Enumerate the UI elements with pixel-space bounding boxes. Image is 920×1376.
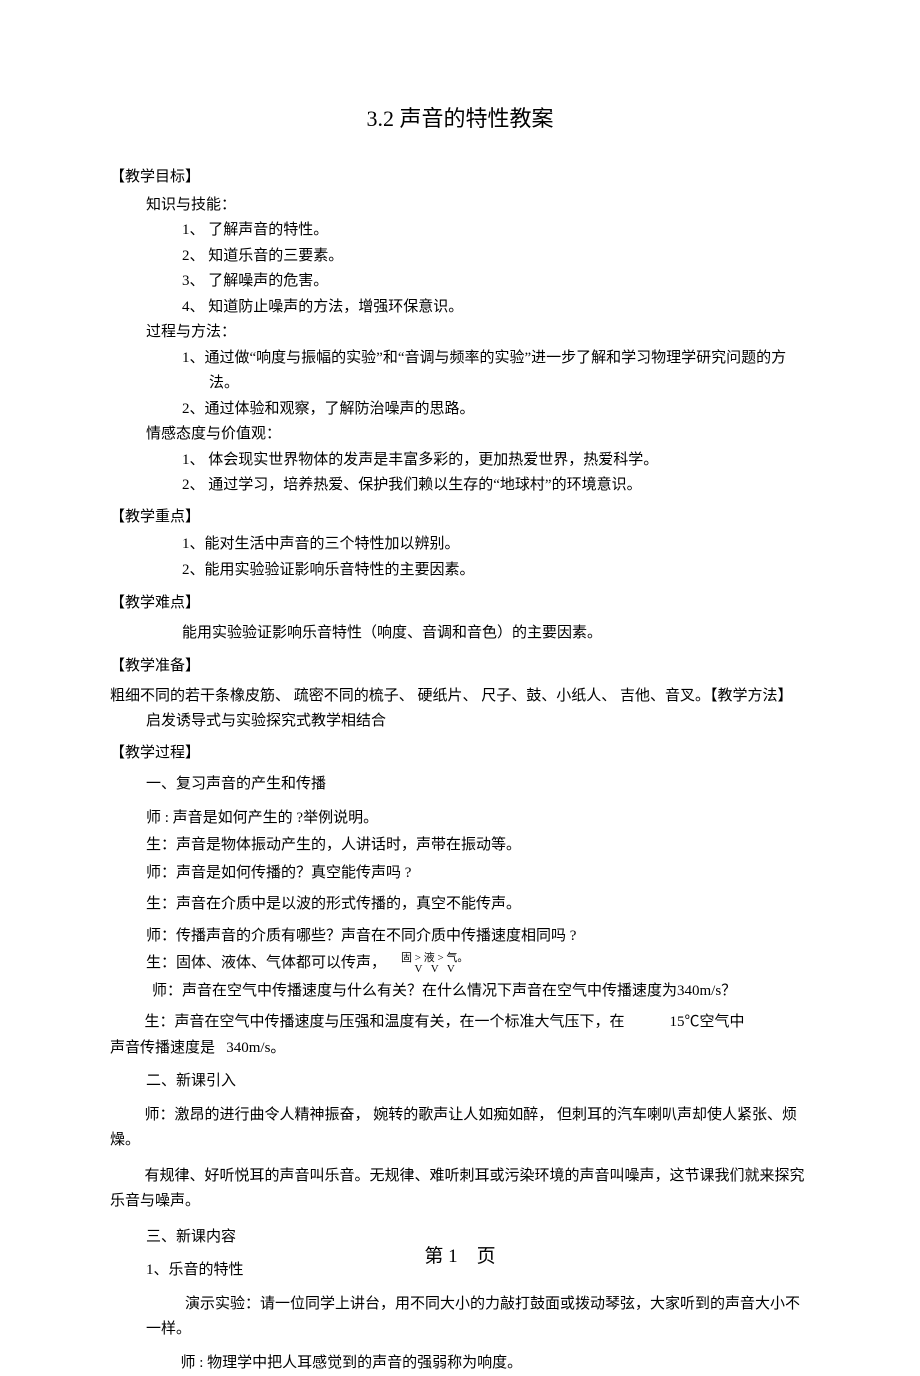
- knowledge-item-3: 3、 了解噪声的危害。: [182, 269, 810, 295]
- process-item-2: 2、通过体验和观察，了解防治噪声的思路。: [182, 397, 810, 423]
- knowledge-item-2: 2、 知道乐音的三要素。: [182, 244, 810, 270]
- emotion-item-1: 1、 体会现实世界物体的发声是丰富多彩的，更加热爱世界，热爱科学。: [182, 448, 810, 474]
- heading-process: 过程与方法：: [146, 320, 810, 346]
- teacher-q1: 师 : 声音是如何产生的 ?举例说明。: [146, 806, 810, 832]
- velocity-inequality: 固 > 液 > 气。 V V V: [401, 953, 468, 975]
- procedure-section-1: 一、复习声音的产生和传播: [146, 772, 810, 798]
- teacher-q4: 师：声音在空气中传播速度与什么有关？在什么情况下声音在空气中传播速度为340m/…: [152, 979, 810, 1005]
- intro-text: 师：激昂的进行曲令人精神振奋， 婉转的歌声让人如痴如醉， 但刺耳的汽车喇叭声却使…: [110, 1107, 797, 1149]
- focal-item-2: 2、能用实验验证影响乐音特性的主要因素。: [182, 558, 810, 584]
- teacher-q3: 师：传播声音的介质有哪些？声音在不同介质中传播速度相同吗 ?: [146, 924, 810, 950]
- knowledge-item-1: 1、 了解声音的特性。: [182, 218, 810, 244]
- difficulty-text: 能用实验验证影响乐音特性（响度、音调和音色）的主要因素。: [182, 621, 810, 647]
- heading-focal: 【教学重点】: [110, 505, 810, 531]
- focal-item-1: 1、能对生活中声音的三个特性加以辨别。: [182, 532, 810, 558]
- method-text: 启发诱导式与实验探究式教学相结合: [146, 709, 810, 735]
- a4-prefix: 生：声音在空气中传播速度与压强和温度有关，在一个标准大气压下，在: [145, 1014, 625, 1030]
- emotion-item-2: 2、 通过学习，培养热爱、保护我们赖以生存的“地球村”的环境意识。: [182, 473, 810, 499]
- process-item-1: 1、通过做“响度与振幅的实验”和“音调与频率的实验”进一步了解和学习物理学研究问…: [182, 346, 810, 397]
- heading-procedure: 【教学过程】: [110, 741, 810, 767]
- document-title: 3.2 声音的特性教案: [110, 100, 810, 137]
- a3-prefix: 生：固体、液体、气体都可以传声，: [146, 955, 386, 971]
- intro-text-2: 有规律、好听悦耳的声音叫乐音。无规律、难听刺耳或污染环境的声音叫噪声，这节课我们…: [110, 1168, 805, 1210]
- student-a2: 生：声音在介质中是以波的形式传播的，真空不能传声。: [146, 892, 810, 918]
- heading-emotion: 情感态度与价值观：: [146, 422, 810, 448]
- experiment-text: 演示实验：请一位同学上讲台，用不同大小的力敲打鼓面或拨动琴弦，大家听到的声音大小…: [146, 1296, 800, 1338]
- teacher-q2: 师：声音是如何传播的？真空能传声吗 ?: [146, 861, 810, 887]
- heading-knowledge: 知识与技能：: [146, 193, 810, 219]
- page-footer: 第 1 页: [0, 1241, 920, 1273]
- heading-objective: 【教学目标】: [110, 165, 810, 191]
- procedure-section-2: 二、新课引入: [146, 1069, 810, 1095]
- a4-value: 15℃空气中: [670, 1014, 745, 1030]
- prep-text: 粗细不同的若干条橡皮筋、 疏密不同的梳子、 硬纸片、 尺子、鼓、小纸人、 吉他、…: [110, 688, 793, 704]
- velocity-bottom: V V V: [401, 964, 468, 975]
- student-a1: 生：声音是物体振动产生的，人讲话时，声带在振动等。: [146, 833, 810, 859]
- experiment-text-2: 师 : 物理学中把人耳感觉到的声音的强弱称为响度。: [181, 1355, 523, 1371]
- student-a3: 生：固体、液体、气体都可以传声， 固 > 液 > 气。 V V V: [146, 951, 810, 977]
- a4-post: 声音传播速度是 340m/s。: [110, 1036, 810, 1062]
- heading-prep: 【教学准备】: [110, 654, 810, 680]
- knowledge-item-4: 4、 知道防止噪声的方法，增强环保意识。: [182, 295, 810, 321]
- heading-difficulty: 【教学难点】: [110, 591, 810, 617]
